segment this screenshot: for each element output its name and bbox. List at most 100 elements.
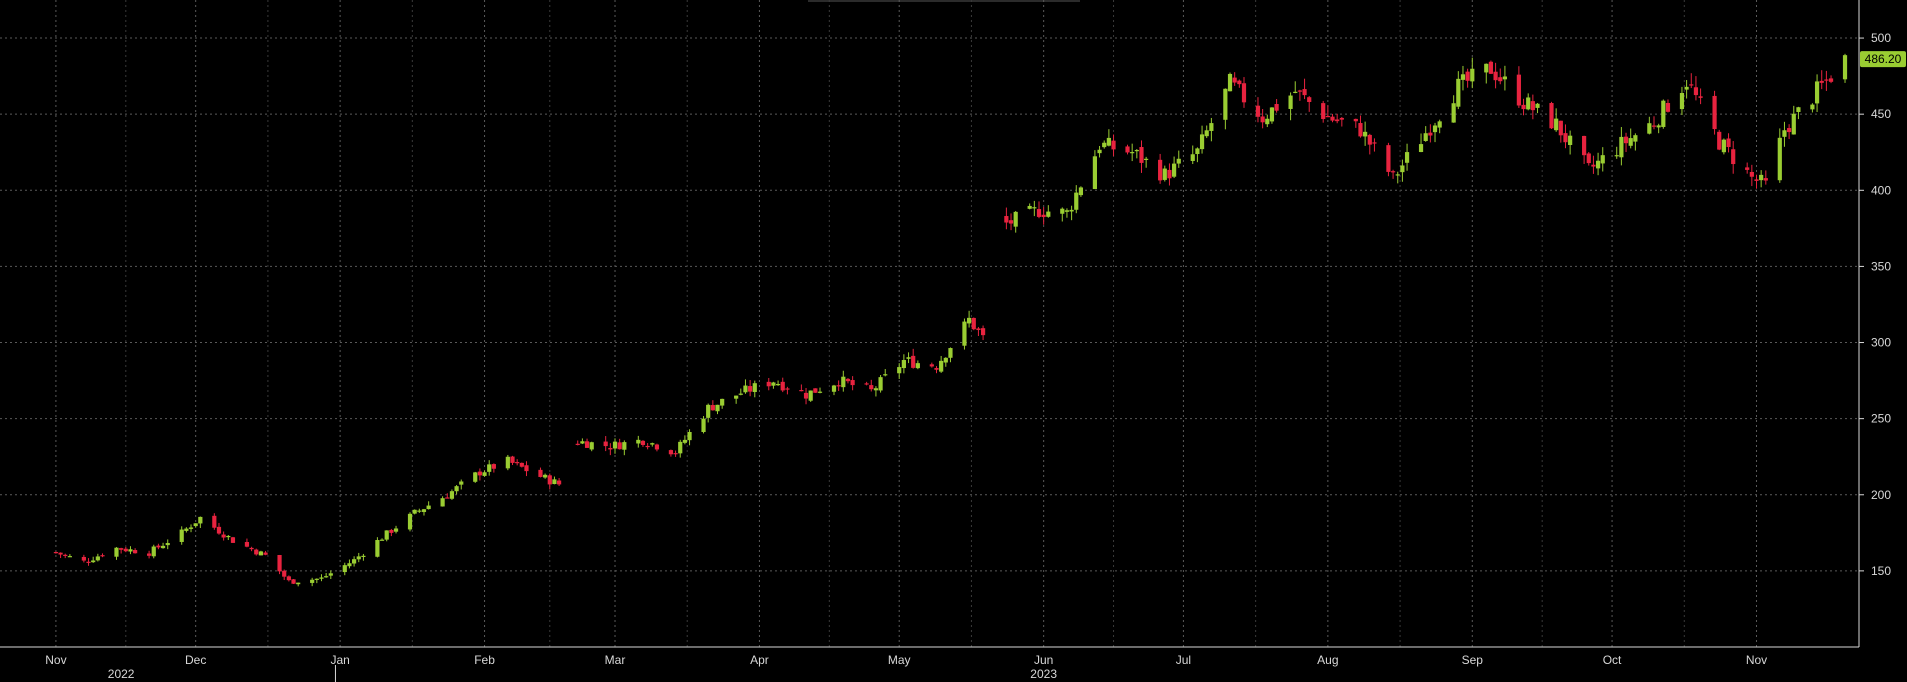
candle-down: [971, 317, 976, 330]
candle-up: [897, 367, 902, 374]
candle-down: [212, 515, 217, 528]
candle-down: [123, 548, 128, 552]
candle-up: [184, 528, 189, 531]
candle-down: [1302, 89, 1307, 96]
candle-up: [193, 523, 198, 527]
price-chart[interactable]: 150 200 250 300 350 400 450 500 Nov Dec Jan Feb Mar A…: [0, 0, 1907, 682]
candle-up: [91, 560, 96, 563]
candle-down: [1274, 104, 1279, 111]
candle-down: [1763, 178, 1768, 181]
candle-down: [119, 548, 124, 550]
candle-up: [375, 540, 380, 557]
candle-down: [911, 355, 916, 368]
candle-down: [1297, 90, 1302, 92]
y-tick-label: 200: [1871, 488, 1891, 502]
candle-up: [487, 464, 492, 472]
candle-down: [244, 542, 250, 547]
x-month-label: Aug: [1317, 653, 1338, 667]
candle-down: [81, 556, 86, 561]
candle-up: [473, 472, 478, 482]
candle-up: [715, 404, 720, 412]
candle-up: [1395, 174, 1400, 176]
candle-up: [379, 539, 385, 541]
candle-down: [640, 440, 646, 445]
candle-down: [575, 443, 580, 445]
candle-up: [1568, 135, 1573, 145]
candle-up: [650, 443, 655, 445]
candle-up: [1013, 211, 1018, 227]
candle-up: [393, 528, 399, 532]
candle-down: [1004, 216, 1009, 223]
candle-up: [342, 565, 347, 573]
candle-down: [557, 480, 562, 485]
candle-down: [1428, 132, 1433, 136]
candle-up: [1176, 158, 1181, 164]
candle-up: [1423, 133, 1428, 141]
candle-up: [505, 456, 510, 469]
candle-up: [1600, 155, 1605, 164]
candle-down: [63, 554, 68, 556]
candle-up: [160, 545, 166, 549]
candle-down: [58, 552, 63, 555]
candle-up: [1078, 187, 1084, 196]
candle-down: [286, 576, 291, 581]
candle-up: [1404, 152, 1410, 163]
candle-down: [980, 328, 986, 336]
candle-up: [440, 498, 445, 507]
x-month-label: Sep: [1462, 653, 1484, 667]
candle-down: [1749, 171, 1754, 177]
candle-down: [216, 526, 222, 534]
candle-down: [1819, 80, 1824, 83]
candle-up: [706, 404, 711, 418]
candlestick-chart[interactable]: 150 200 250 300 350 400 450 500 Nov Dec Jan Feb Mar A…: [0, 0, 1907, 682]
candle-up: [310, 579, 315, 583]
candle-up: [589, 442, 594, 450]
candle-up: [1027, 205, 1032, 209]
candle-down: [748, 386, 753, 392]
candle-down: [86, 561, 91, 563]
x-month-label: Mar: [605, 653, 626, 667]
candle-down: [799, 390, 804, 392]
candle-up: [1265, 118, 1270, 125]
candle-down: [282, 570, 287, 577]
candle-down: [1390, 171, 1396, 173]
candle-up: [1204, 130, 1209, 137]
candle-up: [1069, 209, 1074, 212]
candle-down: [803, 392, 809, 399]
candle-up: [1791, 113, 1796, 135]
x-month-label: Nov: [45, 653, 66, 667]
candle-down: [1237, 80, 1242, 85]
candle-down: [654, 444, 660, 450]
candle-up: [128, 549, 133, 552]
candle-up: [1661, 100, 1666, 127]
candle-up: [328, 573, 333, 576]
candle-up: [1535, 103, 1540, 108]
candle-down: [1321, 103, 1326, 119]
candle-up: [1759, 174, 1764, 181]
x-month-label: Jun: [1034, 653, 1053, 667]
candle-down: [1493, 71, 1498, 81]
candle-up: [1777, 137, 1782, 181]
candle-up: [114, 547, 119, 557]
candle-up: [701, 418, 706, 433]
candle-down: [785, 388, 790, 390]
candle-down: [1353, 118, 1358, 122]
candle-down: [1717, 131, 1722, 150]
candle-up: [775, 383, 781, 386]
candle-down: [515, 462, 520, 464]
candle-down: [510, 456, 515, 463]
candle-up: [738, 393, 743, 395]
candle-up: [1595, 160, 1601, 169]
candle-up: [1046, 211, 1051, 217]
y-tick-label: 400: [1871, 183, 1891, 197]
candle-down: [1586, 153, 1591, 164]
candle-down: [1036, 209, 1042, 217]
candle-up: [1106, 137, 1111, 146]
candle-up: [943, 357, 948, 363]
candle-up: [1619, 136, 1624, 158]
candle-down: [1372, 142, 1377, 144]
candle-up: [449, 491, 455, 499]
candle-down: [645, 445, 650, 448]
candle-down: [934, 368, 939, 370]
candle-down: [845, 378, 851, 382]
